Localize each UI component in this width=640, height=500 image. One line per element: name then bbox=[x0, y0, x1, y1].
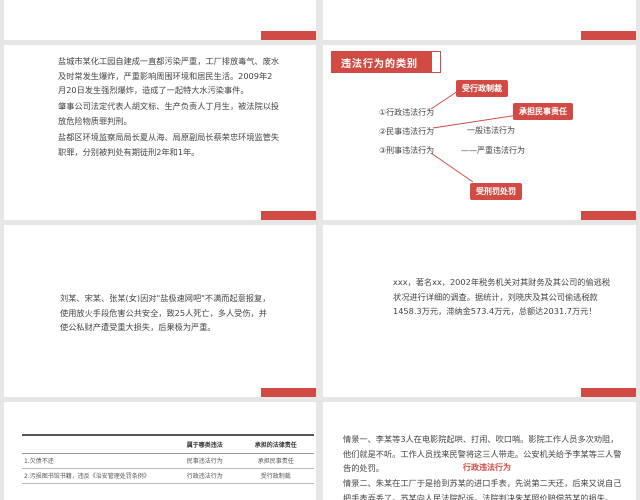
violation-table: 属于哪类违法 承担的法律责任 1.欠债不还 民事违法行为 承担民事责任 2.污损… bbox=[22, 434, 314, 484]
civil-liability-tag: 承担民事责任 bbox=[513, 103, 573, 120]
slide-1[interactable] bbox=[4, 0, 316, 40]
case-paragraph-3: 盐都区环境监察局局长夏从海、局原副局长蔡荣忠环境监管失职罪，分别被判处有期徒刑2… bbox=[58, 132, 280, 157]
accent-bar bbox=[261, 31, 316, 40]
scenario-2: 情景二、朱某在工厂于是拾到苏某的进口手表，先说第二天还，后来又说自己把手表弄丢了… bbox=[343, 478, 622, 500]
slide-4[interactable]: 违法行为的类别 受行政制裁 承担民事责任 受刑罚处罚 ①行政违法行为 ②民事违法… bbox=[323, 45, 636, 220]
slide-6[interactable]: xxx，著名xx，2002年税务机关对其财务及其公司的偷逃税状况进行详细的调查。… bbox=[323, 225, 636, 397]
admin-sanction-tag: 受行政制裁 bbox=[456, 80, 508, 97]
case-text: xxx，著名xx，2002年税务机关对其财务及其公司的偷逃税状况进行详细的调查。… bbox=[393, 277, 611, 316]
table-row: 2.污损图书馆书籍，违反《治安管理处罚条例》 行政违法行为 受行政制裁 bbox=[22, 468, 314, 484]
table-cell: 行政违法行为 bbox=[172, 468, 238, 484]
serious-violation-label: ——严重违法行为 bbox=[461, 146, 525, 155]
accent-bar bbox=[261, 388, 316, 397]
accent-bar bbox=[581, 211, 636, 220]
slide-8[interactable]: 情景一、李某等3人在电影院起哄、打闹、吹口哨。影院工作人员多次劝阻，他们就是不听… bbox=[323, 402, 636, 500]
slide-2[interactable] bbox=[323, 0, 636, 40]
case-paragraph-2: 肇事公司法定代表人胡文标、生产负责人丁月生，被法院以投放危险物质罪判刑。 bbox=[58, 101, 280, 126]
accent-bar bbox=[581, 31, 636, 40]
administrative-violation-tag: 行政违法行为 bbox=[463, 462, 511, 473]
accent-bar bbox=[261, 211, 316, 220]
general-violation-label: 一般违法行为 bbox=[467, 126, 515, 135]
table-cell: 1.欠债不还 bbox=[22, 453, 172, 469]
table-cell: 2.污损图书馆书籍，违反《治安管理处罚条例》 bbox=[22, 468, 172, 484]
table-row: 1.欠债不还 民事违法行为 承担民事责任 bbox=[22, 453, 314, 469]
table-cell: 承担民事责任 bbox=[237, 453, 314, 469]
case-text: 刘某、宋某、张某(女)因对"盐极速网吧"不满而起意报复，使用放火手段危害公共安全… bbox=[60, 293, 271, 332]
item-civil: ②民事违法行为 bbox=[379, 127, 435, 136]
table-header: 属于哪类违法 bbox=[172, 434, 238, 454]
slide-5[interactable]: 刘某、宋某、张某(女)因对"盐极速网吧"不满而起意报复，使用放火手段危害公共安全… bbox=[4, 225, 316, 397]
accent-bar bbox=[581, 388, 636, 397]
table-cell: 民事违法行为 bbox=[172, 453, 238, 469]
slide-3[interactable]: 盐城市某化工园自建成一直都污染严重，工厂排放毒气、废水及时常发生爆炸，严重影响周… bbox=[4, 45, 316, 220]
slide-7[interactable]: 属于哪类违法 承担的法律责任 1.欠债不还 民事违法行为 承担民事责任 2.污损… bbox=[4, 402, 316, 500]
table-header-row: 属于哪类违法 承担的法律责任 bbox=[22, 434, 314, 454]
item-administrative: ①行政违法行为 bbox=[379, 108, 435, 117]
table-header bbox=[22, 434, 172, 454]
table-header: 承担的法律责任 bbox=[237, 434, 314, 454]
case-paragraph-1: 盐城市某化工园自建成一直都污染严重，工厂排放毒气、废水及时常发生爆炸，严重影响周… bbox=[58, 56, 280, 95]
table-cell: 受行政制裁 bbox=[237, 468, 314, 484]
criminal-penalty-tag: 受刑罚处罚 bbox=[470, 183, 522, 200]
item-criminal: ③刑事违法行为 bbox=[379, 146, 435, 155]
